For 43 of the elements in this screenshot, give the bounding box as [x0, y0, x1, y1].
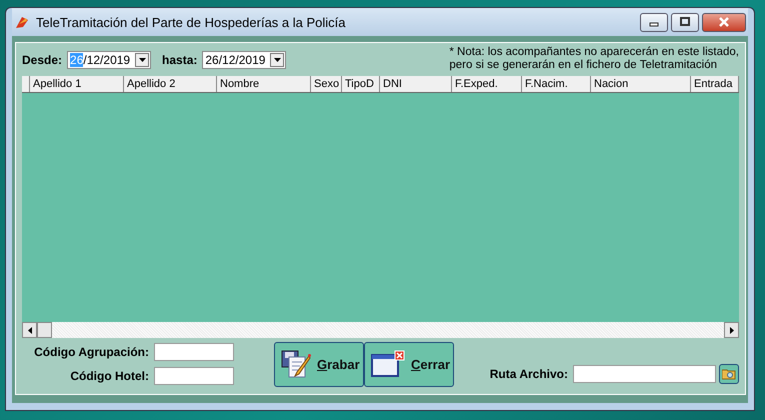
scroll-right-button[interactable] — [724, 322, 739, 338]
column-header[interactable]: F.Exped. — [452, 76, 522, 92]
maximize-icon — [680, 17, 690, 27]
close-button[interactable] — [702, 12, 746, 32]
to-label: hasta: — [162, 53, 198, 67]
from-date-picker[interactable]: 26/12/2019 — [67, 51, 152, 69]
window-close-icon — [371, 350, 405, 378]
field-label: Código Agrupación: — [34, 345, 149, 359]
scroll-thumb[interactable] — [37, 322, 52, 338]
field-label: Código Hotel: — [70, 369, 149, 383]
path-label: Ruta Archivo: — [490, 367, 568, 381]
left-arrow-icon — [28, 326, 32, 334]
folder-icon — [722, 368, 736, 380]
close-icon — [718, 17, 730, 27]
column-header[interactable]: Entrada — [691, 76, 739, 92]
to-date-picker[interactable]: 26/12/2019 — [202, 51, 286, 69]
minimize-button[interactable] — [640, 12, 668, 32]
date-value: 26/12/2019 — [69, 53, 132, 67]
scroll-left-button[interactable] — [22, 322, 37, 338]
right-arrow-icon — [730, 326, 734, 334]
column-header[interactable]: Sexo — [311, 76, 342, 92]
close-button[interactable]: Cerrar — [364, 342, 454, 386]
path-field[interactable] — [573, 365, 716, 383]
column-header[interactable]: Nombre — [217, 76, 311, 92]
save-button[interactable]: Grabar — [274, 342, 364, 386]
column-header[interactable]: TipoD — [342, 76, 380, 92]
window-title: TeleTramitación del Parte de Hospederías a la Policía — [36, 14, 347, 30]
column-header[interactable]: F.Nacim. — [522, 76, 591, 92]
column-header[interactable]: Apellido 2 — [124, 76, 217, 92]
from-label: Desde: — [22, 53, 62, 67]
input-field[interactable] — [154, 367, 234, 385]
maximize-button[interactable] — [671, 12, 699, 32]
horizontal-scrollbar[interactable] — [22, 322, 739, 338]
date-value: 26/12/2019 — [204, 53, 266, 67]
column-header[interactable]: DNI — [380, 76, 452, 92]
app-icon — [14, 14, 30, 30]
column-header[interactable]: Nacion — [591, 76, 691, 92]
input-field[interactable] — [154, 343, 234, 361]
floppy-pencil-icon — [281, 350, 311, 378]
browse-button[interactable] — [719, 364, 739, 384]
note-text: * Nota: los acompañantes no aparecerán en este listado, — [449, 46, 739, 59]
note-text: pero si se generarán en el fichero de Teletramitación — [449, 59, 718, 72]
column-header[interactable]: Apellido 1 — [30, 76, 124, 92]
